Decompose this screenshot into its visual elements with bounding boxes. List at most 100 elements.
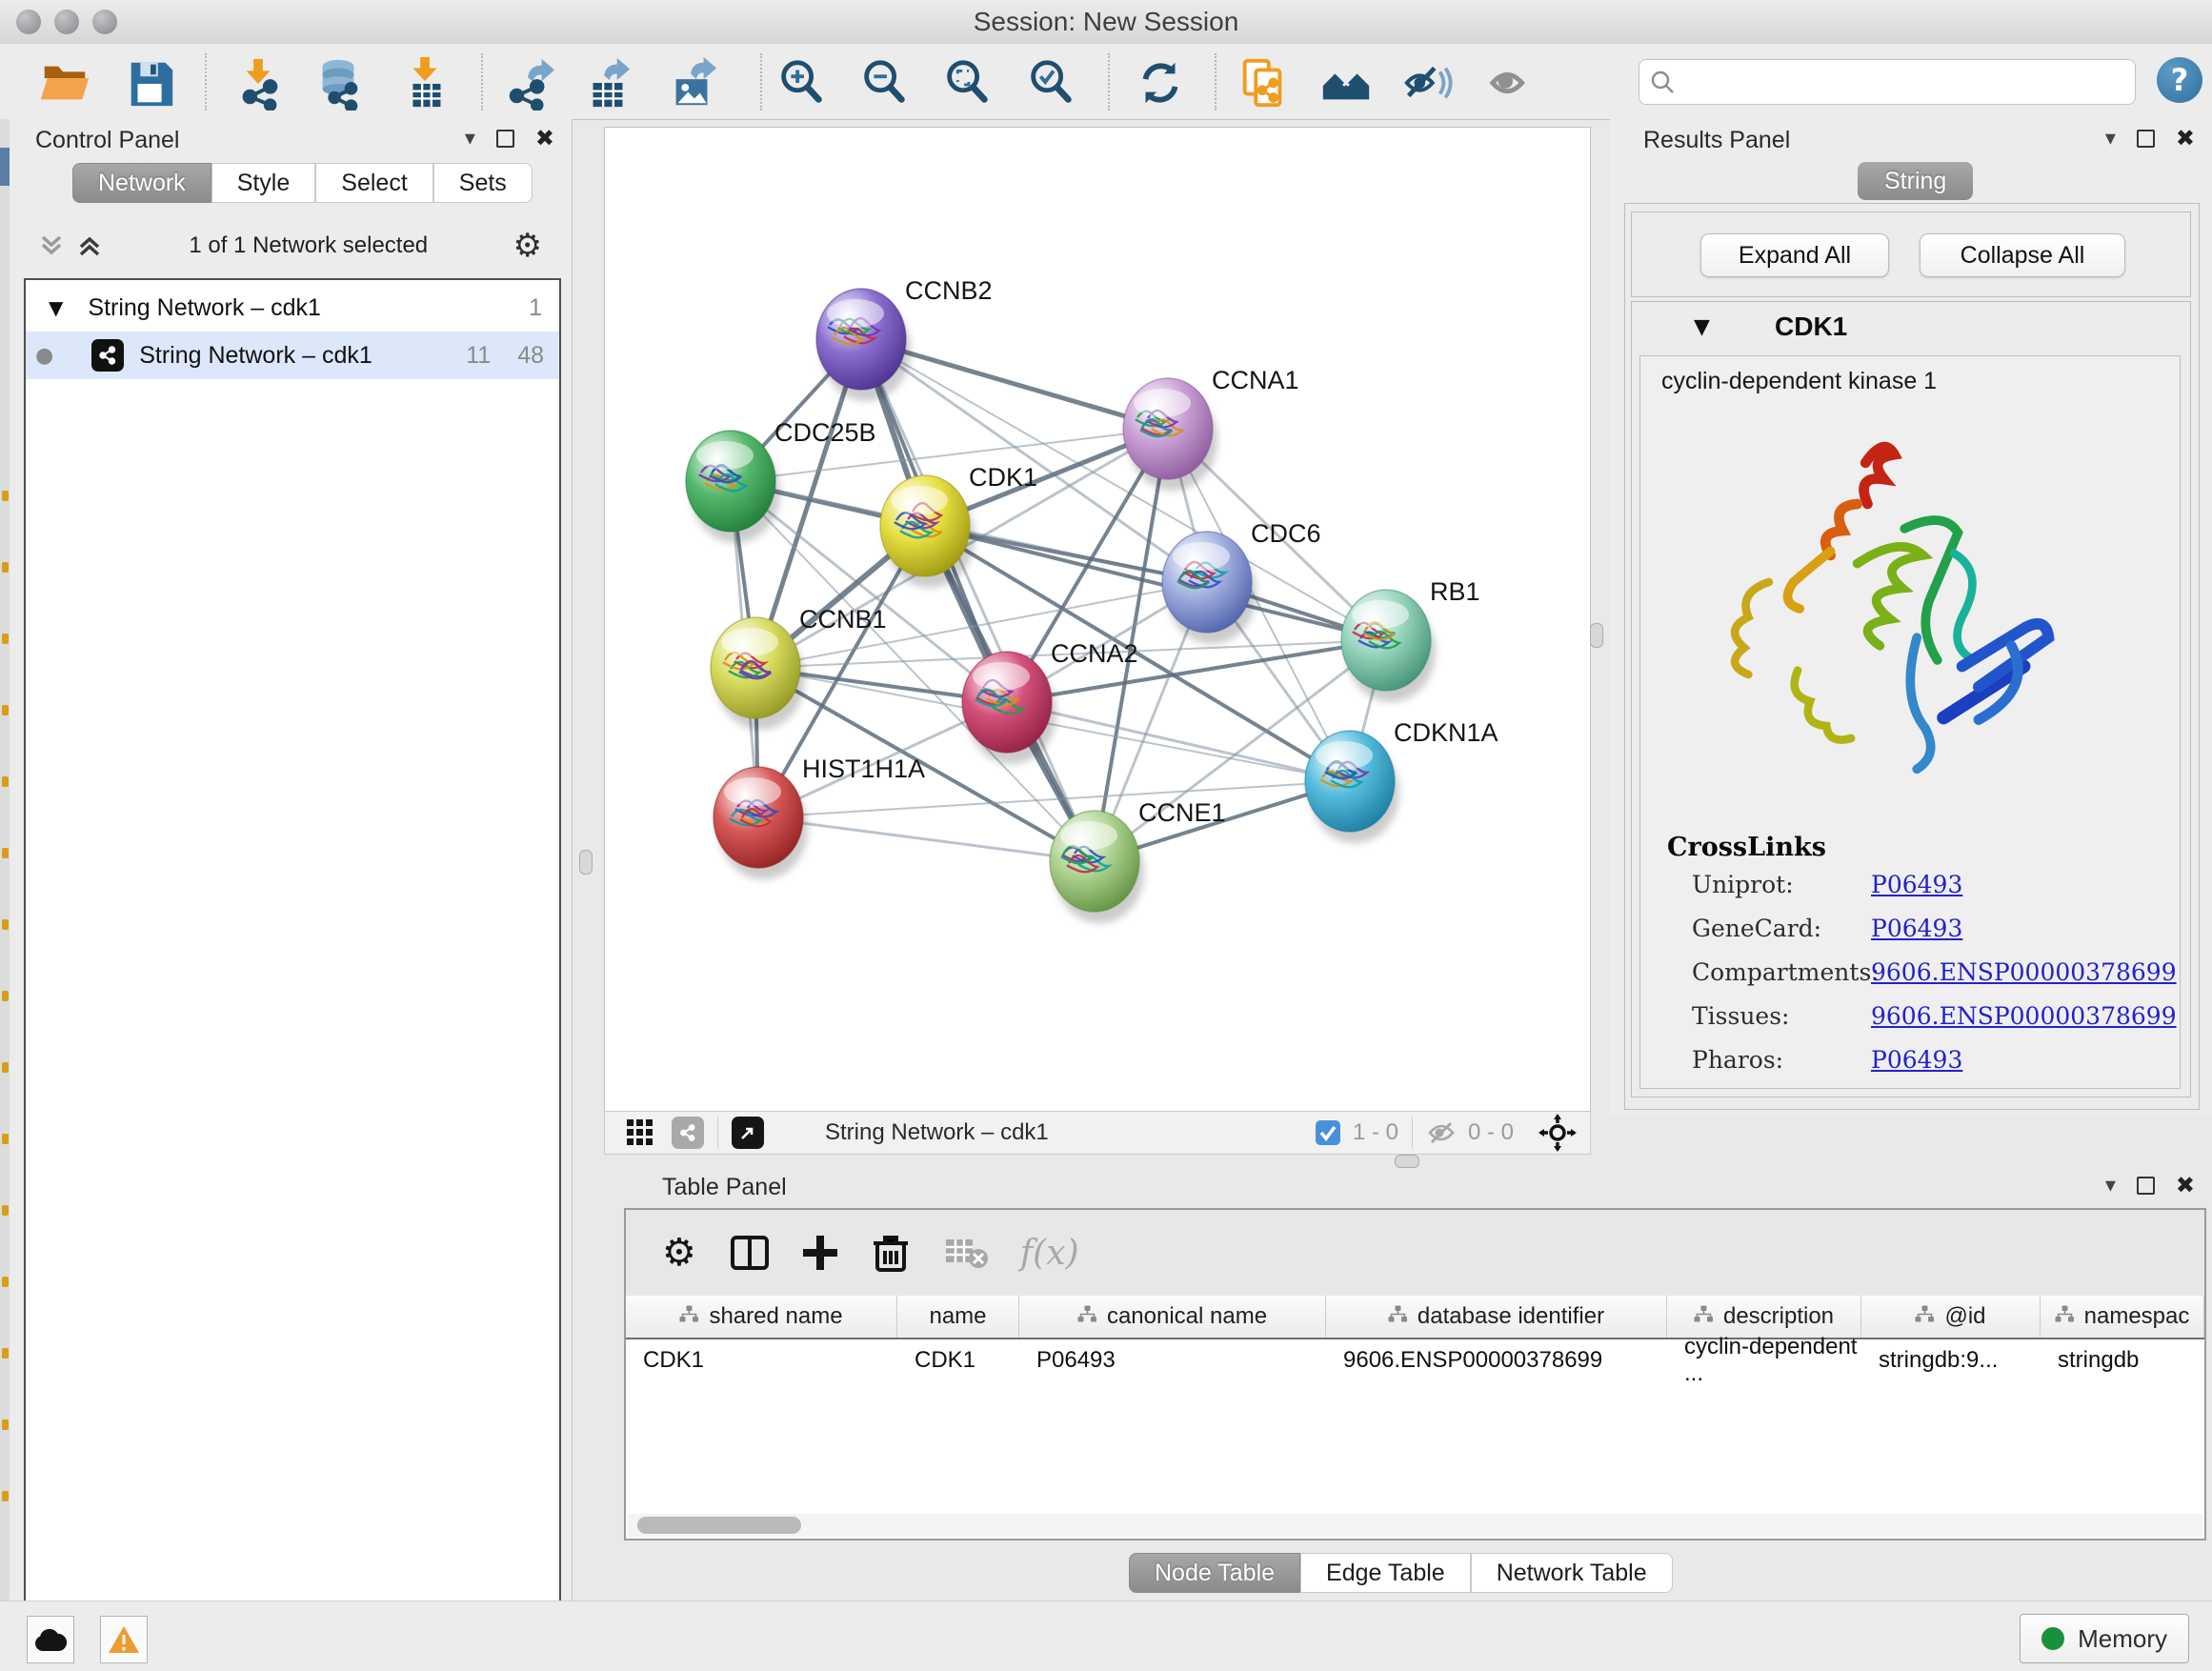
window-close-button[interactable] [16, 10, 41, 34]
save-session-icon[interactable] [123, 55, 178, 111]
tab-network-table[interactable]: Network Table [1471, 1553, 1673, 1593]
pan-crosshair-icon[interactable] [1538, 1114, 1577, 1152]
expand-all-button[interactable]: Expand All [1700, 233, 1889, 277]
tab-edge-table[interactable]: Edge Table [1300, 1553, 1471, 1593]
zoom-selected-icon[interactable] [1023, 55, 1078, 111]
table-settings-gear-icon[interactable]: ⚙ [662, 1231, 696, 1275]
window-zoom-button[interactable] [92, 10, 117, 34]
cloud-button[interactable] [27, 1616, 74, 1663]
disclosure-triangle-icon[interactable]: ▼ [49, 296, 63, 319]
show-columns-icon[interactable] [729, 1232, 771, 1274]
sliver-mark [2, 776, 9, 787]
node-CCNB1[interactable]: CCNB1 [711, 605, 887, 730]
column-header-database-identifier[interactable]: database identifier [1326, 1296, 1667, 1338]
edge-CCNA2-CDKN1A[interactable] [1007, 702, 1350, 781]
panel-menu-icon[interactable]: ▾ [465, 127, 475, 151]
import-database-icon[interactable] [311, 55, 366, 111]
edge-HIST1H1A-CCNE1[interactable] [758, 817, 1095, 861]
panel-close-icon[interactable]: ✖ [535, 125, 554, 151]
panel-float-icon[interactable] [2137, 130, 2155, 148]
tab-sets[interactable]: Sets [433, 163, 533, 203]
crosslink-pharos[interactable]: P06493 [1871, 1046, 1962, 1074]
panel-menu-icon[interactable]: ▾ [2105, 1174, 2116, 1198]
crosslink-genecard[interactable]: P06493 [1871, 915, 1962, 942]
column-header-namespace[interactable]: namespac [2041, 1296, 2204, 1338]
gear-icon[interactable]: ⚙ [513, 227, 542, 265]
hide-panels-icon[interactable] [1399, 55, 1455, 111]
import-table-icon[interactable] [398, 55, 453, 111]
show-panels-icon[interactable] [1485, 55, 1540, 111]
node-RB1[interactable]: RB1 [1341, 577, 1480, 702]
tab-style[interactable]: Style [211, 163, 316, 203]
grid-view-icon[interactable] [626, 1118, 654, 1147]
cell-shared-name[interactable]: CDK1 [626, 1339, 897, 1381]
refresh-layout-icon[interactable] [1133, 55, 1188, 111]
birdseye-view-icon[interactable] [732, 1117, 764, 1149]
export-table-icon[interactable] [580, 55, 635, 111]
cell-database-identifier[interactable]: 9606.ENSP00000378699 [1326, 1339, 1667, 1381]
selected-checkbox-icon[interactable] [1315, 1119, 1341, 1146]
tab-string[interactable]: String [1858, 162, 1973, 200]
tab-network[interactable]: Network [72, 163, 211, 203]
panel-close-icon[interactable]: ✖ [2176, 125, 2195, 151]
tab-node-table[interactable]: Node Table [1129, 1553, 1300, 1593]
panel-float-icon[interactable] [496, 130, 514, 148]
crosslink-uniprot[interactable]: P06493 [1871, 871, 1962, 898]
help-button[interactable]: ? [2157, 57, 2202, 103]
network-view-icon[interactable] [672, 1117, 704, 1149]
export-image-icon[interactable] [665, 55, 720, 111]
network-row[interactable]: ● String Network – cdk1 11 48 [26, 332, 559, 379]
column-header-description[interactable]: description [1667, 1296, 1861, 1338]
network-collection-row[interactable]: ▼ String Network – cdk1 1 [26, 284, 559, 332]
delete-column-icon[interactable] [870, 1232, 912, 1274]
homes-icon[interactable] [1318, 55, 1374, 111]
column-header-name[interactable]: name [897, 1296, 1019, 1338]
column-header-shared-name[interactable]: shared name [626, 1296, 897, 1338]
add-column-icon[interactable] [799, 1232, 841, 1274]
zoom-in-icon[interactable] [774, 55, 829, 111]
node-CDK1[interactable]: CDK1 [880, 463, 1037, 588]
export-network-icon[interactable] [502, 55, 557, 111]
node-CDKN1A[interactable]: CDKN1A [1305, 718, 1498, 843]
warnings-button[interactable] [100, 1616, 148, 1663]
left-splitter-handle[interactable] [579, 850, 593, 875]
window-minimize-button[interactable] [54, 10, 79, 34]
tab-select[interactable]: Select [315, 163, 432, 203]
column-header-canonical-name[interactable]: canonical name [1019, 1296, 1326, 1338]
cell-description[interactable]: cyclin-dependent ... [1667, 1339, 1861, 1381]
crosslink-compartments[interactable]: 9606.ENSP00000378699 [1871, 958, 2177, 986]
cell-namespace[interactable]: stringdb [2041, 1339, 2204, 1381]
horizontal-scrollbar[interactable] [628, 1514, 2202, 1537]
node-HIST1H1A[interactable]: HIST1H1A [714, 755, 925, 879]
open-session-icon[interactable] [37, 55, 92, 111]
cell-id[interactable]: stringdb:9... [1861, 1339, 2041, 1381]
network-graph[interactable]: CCNB2CCNA1CDC25BCDK1CDC6RB1CCNB1CCNA2CDK… [605, 128, 1590, 1112]
column-header-id[interactable]: @id [1861, 1296, 2041, 1338]
search-input[interactable] [1676, 68, 2125, 96]
panel-menu-icon[interactable]: ▾ [2105, 127, 2116, 151]
node-CCNE1[interactable]: CCNE1 [1050, 798, 1226, 923]
collapse-all-icon[interactable] [37, 232, 66, 260]
control-panel: Control Panel ▾ ✖ Network Style Select S… [10, 119, 573, 1601]
node-CDC6[interactable]: CDC6 [1162, 519, 1321, 644]
cell-canonical-name[interactable]: P06493 [1019, 1339, 1326, 1381]
memory-button[interactable]: Memory [2020, 1614, 2189, 1663]
panel-close-icon[interactable]: ✖ [2176, 1172, 2195, 1198]
panel-float-icon[interactable] [2137, 1177, 2155, 1195]
zoom-fit-icon[interactable] [939, 55, 995, 111]
node-CDC25B[interactable]: CDC25B [686, 418, 876, 543]
scrollbar-thumb[interactable] [637, 1517, 801, 1534]
duplicate-network-icon[interactable] [1236, 55, 1291, 111]
network-canvas[interactable]: CCNB2CCNA1CDC25BCDK1CDC6RB1CCNB1CCNA2CDK… [604, 127, 1591, 1113]
import-network-icon[interactable] [231, 55, 287, 111]
collapse-all-button[interactable]: Collapse All [1920, 233, 2125, 277]
crosslink-tissues[interactable]: 9606.ENSP00000378699 [1871, 1002, 2177, 1030]
right-splitter-handle[interactable] [1590, 623, 1603, 648]
zoom-out-icon[interactable] [856, 55, 912, 111]
expand-all-icon[interactable] [75, 232, 104, 260]
table-row[interactable]: CDK1CDK1P064939606.ENSP00000378699cyclin… [626, 1339, 2204, 1381]
node-CCNB2[interactable]: CCNB2 [816, 276, 993, 401]
cell-name[interactable]: CDK1 [897, 1339, 1019, 1381]
node-CCNA2[interactable]: CCNA2 [962, 639, 1138, 764]
section-disclosure-icon[interactable]: ▼ [1694, 315, 1710, 339]
